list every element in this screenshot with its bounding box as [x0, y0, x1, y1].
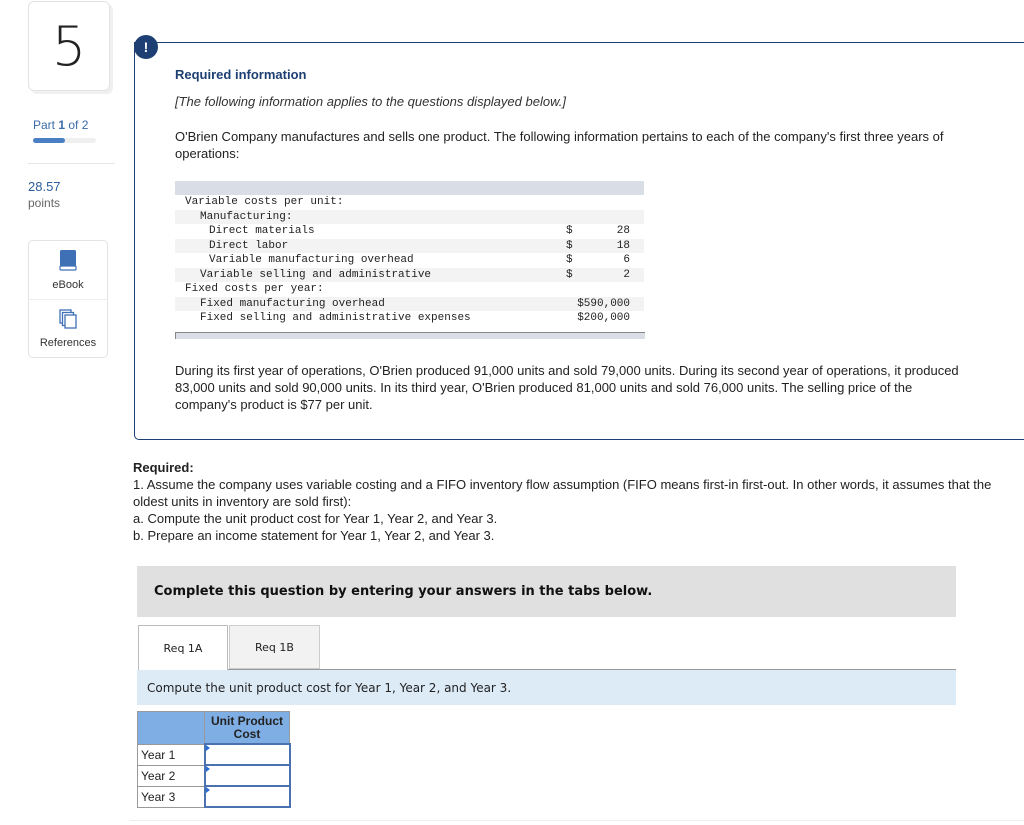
cost-row-currency: $	[566, 267, 596, 282]
points-value: 28.57	[28, 179, 61, 194]
cost-row-value: $200,000	[577, 312, 630, 324]
cost-row-currency: $	[566, 225, 573, 237]
tab-instruction: Compute the unit product cost for Year 1…	[137, 670, 956, 705]
cost-row-label: Variable selling and administrative	[175, 267, 566, 282]
table-footer-band	[175, 332, 645, 339]
cost-row-label: Fixed manufacturing overhead	[175, 296, 566, 311]
required-line-a: a. Compute the unit product cost for Yea…	[133, 511, 498, 526]
table-row: Year 2	[137, 764, 291, 787]
row-label-year-2: Year 2	[137, 764, 205, 787]
tab-req-1b[interactable]: Req 1B	[229, 625, 320, 669]
part-suffix: of 2	[65, 118, 89, 132]
cost-row-value	[566, 195, 644, 210]
answer-table-corner	[137, 711, 205, 745]
cost-row-value: 28	[616, 225, 630, 237]
table-row: Direct labor $18	[175, 238, 644, 253]
part-progress-bar	[33, 138, 96, 143]
part-progress-fill	[33, 138, 65, 143]
info-intro: O'Brien Company manufactures and sells o…	[175, 129, 944, 161]
complete-banner: Complete this question by entering your …	[137, 566, 956, 617]
required-heading: Required:	[133, 460, 194, 475]
year-2-unit-cost-input[interactable]	[205, 766, 289, 785]
table-row: Fixed manufacturing overhead $590,000	[175, 296, 644, 311]
cost-row-label: Fixed costs per year:	[185, 283, 324, 295]
year-3-cost-cell	[203, 785, 291, 808]
cost-row-currency: $	[566, 254, 573, 266]
tab-bar: Req 1A Req 1B	[138, 625, 320, 671]
year-2-cost-cell	[203, 764, 291, 787]
book-icon	[59, 249, 77, 276]
table-row: Variable manufacturing overhead $6	[175, 253, 644, 268]
cost-row-value	[566, 209, 644, 224]
alert-icon: !	[134, 35, 158, 59]
references-label: References	[39, 337, 97, 349]
ebook-label: eBook	[52, 279, 84, 291]
ebook-button[interactable]: eBook	[29, 241, 107, 299]
required-section: Required: 1. Assume the company uses var…	[133, 459, 1013, 544]
table-row: Year 1	[137, 743, 291, 766]
input-marker-icon	[205, 745, 210, 751]
table-row: Variable costs per unit:	[175, 195, 644, 210]
info-note: [The following information applies to th…	[175, 94, 566, 109]
input-marker-icon	[205, 787, 210, 793]
cost-row-label: Direct labor	[175, 238, 566, 253]
table-row: Manufacturing:	[175, 209, 644, 224]
required-line-b: b. Prepare an income statement for Year …	[133, 528, 495, 543]
table-row: Fixed costs per year:	[175, 282, 644, 297]
page-bottom-divider	[130, 820, 1024, 821]
required-line-1: 1. Assume the company uses variable cost…	[133, 477, 992, 509]
cost-data-table: Variable costs per unit: Manufacturing: Di…	[175, 181, 644, 326]
part-prefix: Part	[33, 118, 59, 132]
year-1-unit-cost-input[interactable]	[205, 745, 289, 764]
unit-product-cost-header: Unit Product Cost	[204, 711, 290, 745]
table-row: Direct materials $28	[175, 224, 644, 239]
table-row: Fixed selling and administrative expense…	[175, 311, 644, 326]
question-number: 5	[28, 1, 110, 91]
cost-row-label: Manufacturing:	[175, 209, 566, 224]
cost-row-label: Direct materials	[209, 225, 315, 237]
table-row: Variable selling and administrative $2	[175, 267, 644, 282]
cost-row-value: 2	[596, 267, 644, 282]
cost-row-label: Variable costs per unit:	[185, 196, 344, 208]
tools-panel: eBook References	[28, 240, 108, 358]
tab-req-1a[interactable]: Req 1A	[138, 625, 228, 671]
answer-table: Unit Product Cost Year 1 Year 2 Year 3	[137, 711, 291, 808]
references-button[interactable]: References	[29, 299, 107, 358]
info-narrative: During its first year of operations, O'B…	[175, 363, 959, 412]
table-row: Year 3	[137, 785, 291, 808]
cost-row-value	[566, 282, 644, 297]
input-marker-icon	[205, 766, 210, 772]
cost-row-label: Variable manufacturing overhead	[209, 254, 414, 266]
table-header-band	[175, 181, 644, 195]
points-label: points	[28, 196, 61, 210]
tab-instruction-text: Compute the unit product cost for Year 1…	[147, 680, 512, 695]
year-3-unit-cost-input[interactable]	[205, 787, 289, 806]
row-label-year-3: Year 3	[137, 785, 205, 808]
complete-banner-text: Complete this question by entering your …	[154, 584, 653, 599]
cost-row-value: 18	[596, 238, 644, 253]
answer-table-header: Unit Product Cost	[137, 711, 290, 745]
sidebar-divider	[28, 163, 115, 164]
cost-row-currency: $	[566, 238, 596, 253]
references-icon	[59, 309, 77, 334]
required-information-title: Required information	[175, 67, 307, 82]
cost-row-value: $590,000	[566, 296, 644, 311]
year-1-cost-cell	[203, 743, 291, 766]
cost-row-value: 6	[623, 254, 630, 266]
part-indicator: Part 1 of 2	[33, 118, 88, 132]
cost-row-label: Fixed selling and administrative expense…	[200, 312, 471, 324]
row-label-year-1: Year 1	[137, 743, 205, 766]
